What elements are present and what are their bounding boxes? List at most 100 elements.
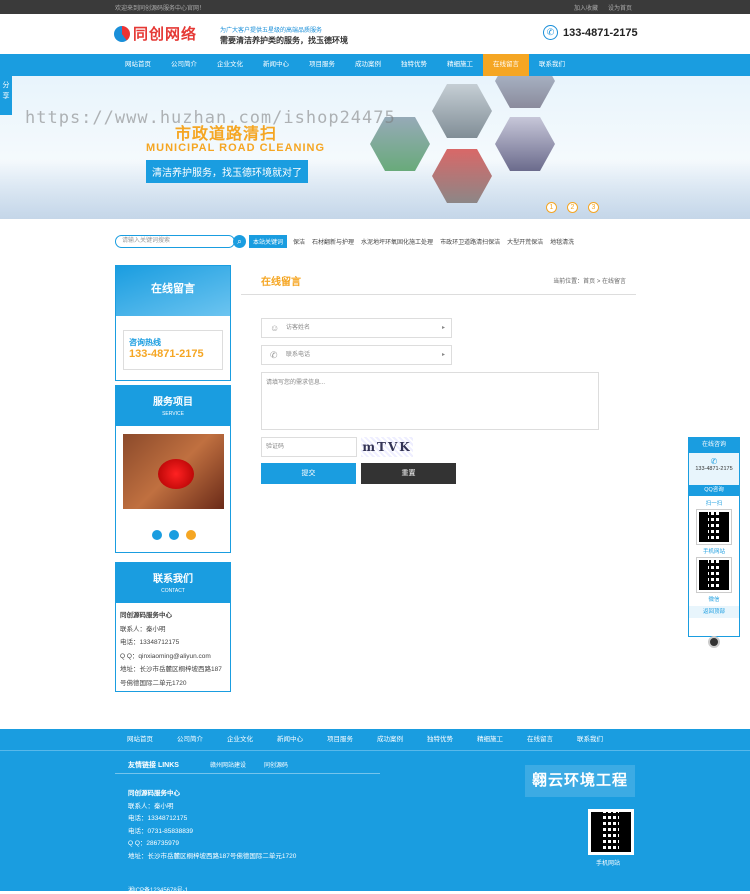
- nav-item-message[interactable]: 在线留言: [483, 54, 529, 76]
- contact-address-2: 号佛德国际二单元1720: [120, 679, 187, 687]
- captcha-input[interactable]: 验证码: [261, 437, 357, 457]
- nav-item-news[interactable]: 新闻中心: [253, 54, 299, 76]
- nav-item-advantages[interactable]: 独特优势: [391, 54, 437, 76]
- back-to-top-link[interactable]: 返回顶部: [689, 606, 739, 618]
- footer-nav-item[interactable]: 公司简介: [165, 729, 215, 751]
- service-dot[interactable]: [186, 530, 196, 540]
- floating-service-panel: 在线咨询 ✆ 133-4871-2175 QQ咨询 扫一扫 手机网站 微信 返回…: [688, 437, 740, 637]
- main-title-bar: 在线留言 当前位置：首页 > 在线留言: [241, 265, 636, 295]
- header-phone: ✆ 133-4871-2175: [543, 25, 638, 40]
- hot-keyword[interactable]: 水泥地坪环氧固化施工处理: [361, 237, 433, 246]
- contact-company: 同创源码服务中心: [120, 612, 172, 619]
- qq-button[interactable]: QQ咨询: [689, 485, 739, 496]
- phone-icon: ✆: [270, 350, 278, 360]
- friend-link[interactable]: 同创源码: [264, 760, 288, 769]
- nav-item-contact[interactable]: 联系我们: [529, 54, 575, 76]
- service-image[interactable]: [123, 434, 224, 509]
- footer-tel: 电话：13348712175: [128, 815, 188, 822]
- footer-nav-item[interactable]: 联系我们: [565, 729, 615, 751]
- footer-nav-item[interactable]: 成功案例: [365, 729, 415, 751]
- service-pager: [152, 530, 196, 540]
- contact-person: 联系人：秦小明: [120, 625, 166, 633]
- contact-details: 同创源码服务中心 联系人：秦小明 电话：13348712175 Q Q：qinx…: [116, 603, 230, 696]
- welcome-text: 欢迎来到同创源码服务中心官网！: [115, 6, 206, 12]
- content-textarea[interactable]: 请填写您的需求信息...: [261, 372, 599, 430]
- banner-photo-street: [432, 84, 492, 138]
- footer-person: 联系人：秦小明: [128, 802, 174, 810]
- sidebar-message-title: 在线留言: [116, 266, 230, 316]
- services-title: 服务项目: [153, 397, 193, 408]
- banner-subtitle: MUNICIPAL ROAD CLEANING: [146, 142, 326, 154]
- breadcrumb[interactable]: 当前位置：首页 > 在线留言: [553, 276, 626, 285]
- add-favorite-link[interactable]: 加入收藏: [574, 3, 598, 12]
- reset-button[interactable]: 重置: [361, 463, 456, 484]
- footer-nav-item[interactable]: 企业文化: [215, 729, 265, 751]
- services-subtitle: SERVICE: [162, 411, 184, 417]
- mobile-qr-icon: [696, 509, 732, 545]
- service-dot[interactable]: [169, 530, 179, 540]
- nav-item-construction[interactable]: 精细施工: [437, 54, 483, 76]
- watermark: https://www.huzhan.com/ishop24475: [25, 108, 396, 128]
- service-dot[interactable]: [152, 530, 162, 540]
- set-homepage-link[interactable]: 设为首页: [608, 3, 632, 12]
- search-input[interactable]: 请输入关键词搜索: [115, 235, 235, 248]
- footer-nav: 网站首页 公司简介 企业文化 新闻中心 项目服务 成功案例 独特优势 精细施工 …: [0, 729, 750, 751]
- captcha-image[interactable]: mTVK: [361, 437, 413, 457]
- slogan-main: 需要清洁养护类的服务，找玉德环境: [220, 36, 348, 45]
- footer-nav-item[interactable]: 新闻中心: [265, 729, 315, 751]
- banner-dot-3[interactable]: 3: [588, 202, 599, 213]
- phone-field[interactable]: ✆ 联系电话 ▸: [261, 345, 452, 365]
- footer-nav-item[interactable]: 独特优势: [415, 729, 465, 751]
- mobile-label: 手机网站: [702, 549, 725, 555]
- banner-dot-1[interactable]: 1: [546, 202, 557, 213]
- footer-nav-item[interactable]: 精细施工: [465, 729, 515, 751]
- hot-keyword[interactable]: 市政环卫道路清扫保洁: [440, 237, 500, 246]
- footer-nav-item[interactable]: 网站首页: [115, 729, 165, 751]
- submit-button[interactable]: 提交: [261, 463, 356, 484]
- footer-company: 同创源码服务中心: [128, 790, 180, 797]
- marker-icon: ▸: [441, 352, 445, 358]
- footer-nav-item[interactable]: 在线留言: [515, 729, 565, 751]
- phone-placeholder: 联系电话: [286, 352, 311, 358]
- main-nav: 网站首页 公司简介 企业文化 新闻中心 项目服务 成功案例 独特优势 精细施工 …: [0, 54, 750, 76]
- marker-icon: ▸: [441, 325, 445, 331]
- hotline-number: 133-4871-2175: [129, 348, 204, 360]
- hot-keyword[interactable]: 地毯清洗: [550, 237, 574, 246]
- banner-dot-2[interactable]: 2: [567, 202, 578, 213]
- logo-icon: [114, 25, 130, 42]
- footer-contact-info: 同创源码服务中心 联系人：秦小明 电话：13348712175 电话：0731-…: [128, 788, 296, 863]
- scan-label: 扫一扫: [705, 501, 723, 507]
- nav-item-culture[interactable]: 企业文化: [207, 54, 253, 76]
- hotline-box: 咨询热线 133-4871-2175: [123, 330, 223, 370]
- nav-item-cases[interactable]: 成功案例: [345, 54, 391, 76]
- footer-qq: Q Q：286735979: [128, 840, 179, 847]
- friend-links-title: 友情链接 LINKS: [128, 762, 179, 769]
- banner-pager: 1 2 3: [546, 202, 599, 213]
- nav-item-services[interactable]: 项目服务: [299, 54, 345, 76]
- hero-banner: 市政道路清扫 MUNICIPAL ROAD CLEANING 清洁养护服务，找玉…: [0, 76, 750, 219]
- hot-keyword[interactable]: 大型开荒保洁: [507, 237, 543, 246]
- search-icon[interactable]: ⌕: [233, 235, 246, 248]
- site-logo[interactable]: 同创网络: [114, 23, 197, 44]
- name-field[interactable]: ☺ 访客姓名 ▸: [261, 318, 452, 338]
- float-phone: 133-4871-2175: [695, 466, 733, 472]
- contact-qq: Q Q：qinxiaoming@aliyun.com: [120, 652, 211, 660]
- search-bar: 请输入关键词搜索 ⌕ 本站关键词 保洁 石材翻新与护理 水泥地坪环氧固化施工处理…: [115, 235, 574, 248]
- contact-subtitle: CONTACT: [161, 588, 185, 594]
- site-footer: 友情链接 LINKS 赣州网站建设 同创源码 同创源码服务中心 联系人：秦小明 …: [0, 751, 750, 894]
- hot-keyword[interactable]: 保洁: [293, 237, 305, 246]
- friend-link[interactable]: 赣州网站建设: [210, 760, 246, 769]
- contact-address: 地址：长沙市岳麓区桐梓坡西路187: [120, 666, 222, 673]
- hot-keyword[interactable]: 石材翻新与护理: [312, 237, 354, 246]
- page-title: 在线留言: [261, 277, 301, 288]
- nav-item-home[interactable]: 网站首页: [115, 54, 161, 76]
- nav-item-about[interactable]: 公司简介: [161, 54, 207, 76]
- footer-qr-icon: [591, 812, 631, 852]
- contact-title: 联系我们: [153, 574, 193, 585]
- logo-text: 同创网络: [133, 26, 198, 43]
- back-top-icon[interactable]: [708, 636, 720, 648]
- footer-nav-item[interactable]: 项目服务: [315, 729, 365, 751]
- share-tab[interactable]: 分享: [0, 75, 12, 115]
- banner-slogan: 清洁养护服务，找玉德环境就对了: [146, 160, 308, 183]
- icp-number[interactable]: 湘ICP备12345678号-1: [128, 885, 188, 894]
